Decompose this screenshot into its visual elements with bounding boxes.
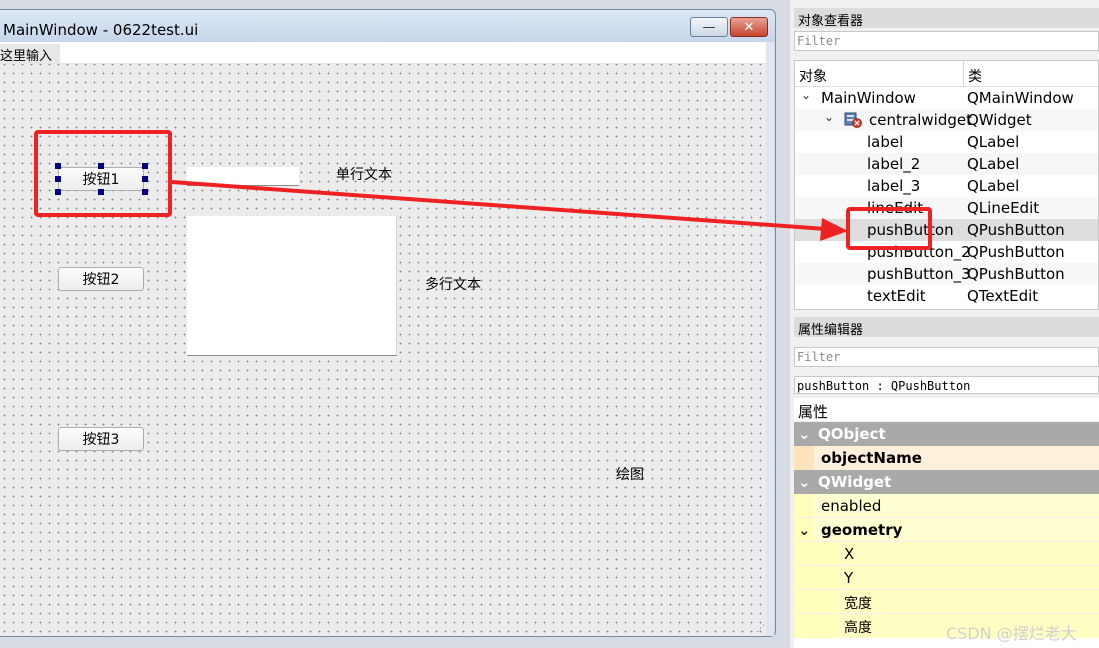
label-multi-line: 多行文本 — [425, 277, 481, 293]
tree-object: label_2 — [867, 155, 921, 173]
group-label: QObject — [818, 425, 886, 443]
property-label: 宽度 — [844, 596, 872, 612]
property-label: geometry — [821, 521, 903, 539]
push-button-3[interactable]: 按钮3 — [58, 427, 144, 451]
tree-class: QLabel — [967, 155, 1020, 173]
property-editor-title: 属性编辑器 — [794, 317, 1099, 338]
menu-bar: 这里输入 — [0, 42, 766, 64]
window-title: MainWindow - 0622test.ui — [3, 21, 199, 39]
tree-row[interactable]: label QLabel — [795, 131, 1098, 153]
property-geometry-width[interactable]: 宽度 — [794, 590, 1099, 614]
column-class[interactable]: 类 — [968, 66, 982, 86]
annotation-box-tree-item — [846, 207, 932, 250]
object-tree: 对象 类 ⌄ MainWindow QMainWindow ⌄ centralw… — [794, 60, 1099, 310]
expand-arrow-icon[interactable]: ⌄ — [798, 521, 811, 539]
tree-class: QPushButton — [967, 221, 1065, 239]
tree-class: QWidget — [967, 111, 1032, 129]
property-group-qwidget[interactable]: ⌄ QWidget — [794, 470, 1099, 494]
watermark: CSDN @摆烂老大 — [946, 624, 1077, 643]
property-header: 属性 — [794, 398, 1099, 422]
tree-class: QLineEdit — [967, 199, 1040, 217]
tree-object: textEdit — [867, 287, 926, 305]
tree-object: label — [867, 133, 904, 151]
window-titlebar: MainWindow - 0622test.ui — ✕ — [0, 10, 775, 42]
tree-object: MainWindow — [821, 89, 916, 107]
widget-layout-icon — [844, 112, 862, 128]
group-label: QWidget — [818, 473, 892, 491]
tree-row[interactable]: pushButton_2 QPushButton — [795, 241, 1098, 263]
property-geometry-y[interactable]: Y — [794, 566, 1099, 590]
property-label: objectName — [821, 449, 922, 467]
tree-class: QPushButton — [967, 243, 1065, 261]
tree-class: QTextEdit — [967, 287, 1039, 305]
label-drawing: 绘图 — [616, 467, 644, 483]
collapse-arrow-icon[interactable]: ⌄ — [798, 425, 811, 443]
tree-row[interactable]: lineEdit QLineEdit — [795, 197, 1098, 219]
expand-arrow-icon[interactable]: ⌄ — [824, 110, 834, 124]
tree-row-selected[interactable]: pushButton QPushButton — [795, 219, 1098, 241]
object-inspector-title: 对象查看器 — [794, 8, 1099, 29]
text-edit[interactable] — [187, 216, 397, 356]
label-single-line: 单行文本 — [336, 167, 392, 183]
tree-row[interactable]: textEdit QTextEdit — [795, 285, 1098, 307]
annotation-box-button — [34, 130, 172, 217]
minimize-button[interactable]: — — [690, 17, 728, 37]
property-label: enabled — [821, 497, 882, 515]
column-object[interactable]: 对象 — [799, 66, 827, 86]
tree-row[interactable]: ⌄ MainWindow QMainWindow — [795, 87, 1098, 109]
property-enabled[interactable]: enabled — [794, 494, 1099, 518]
property-label: Y — [844, 569, 854, 587]
collapse-arrow-icon[interactable]: ⌄ — [798, 473, 811, 491]
tree-class: QLabel — [967, 133, 1020, 151]
mainwindow-preview: MainWindow - 0622test.ui — ✕ 这里输入 按钮1 按钮… — [0, 9, 776, 637]
tree-object: centralwidget — [869, 111, 972, 129]
property-label: 高度 — [844, 620, 872, 636]
push-button-2[interactable]: 按钮2 — [58, 267, 144, 291]
object-filter-input[interactable]: Filter — [794, 31, 1099, 51]
line-edit[interactable] — [187, 167, 299, 186]
property-table: 属性 ⌄ QObject objectName ⌄ QWidget enable… — [794, 398, 1099, 648]
tree-object: label_3 — [867, 177, 921, 195]
tree-row[interactable]: label_2 QLabel — [795, 153, 1098, 175]
column-divider[interactable] — [963, 61, 964, 87]
property-geometry-x[interactable]: X — [794, 542, 1099, 566]
tree-class: QPushButton — [967, 265, 1065, 283]
tree-class: QLabel — [967, 177, 1020, 195]
object-tree-header: 对象 类 — [795, 61, 1098, 87]
tree-row[interactable]: label_3 QLabel — [795, 175, 1098, 197]
property-filter-input[interactable]: Filter — [794, 347, 1099, 367]
resize-grip-icon[interactable]: ⋰ — [756, 624, 765, 634]
window-right-edge — [766, 42, 774, 636]
close-button[interactable]: ✕ — [730, 17, 768, 37]
expand-arrow-icon[interactable]: ⌄ — [801, 88, 811, 102]
column-property: 属性 — [798, 403, 829, 421]
tree-object: pushButton_3 — [867, 265, 971, 283]
property-label: X — [844, 545, 855, 563]
property-geometry[interactable]: ⌄ geometry — [794, 518, 1099, 542]
tree-row[interactable]: ⌄ centralwidget QWidget — [795, 109, 1098, 131]
tree-class: QMainWindow — [967, 89, 1074, 107]
property-objectname[interactable]: objectName — [794, 446, 1099, 470]
tree-row[interactable]: pushButton_3 QPushButton — [795, 263, 1098, 285]
menu-type-here[interactable]: 这里输入 — [0, 44, 61, 64]
property-group-qobject[interactable]: ⌄ QObject — [794, 422, 1099, 446]
current-object-label: pushButton : QPushButton — [794, 376, 1099, 394]
